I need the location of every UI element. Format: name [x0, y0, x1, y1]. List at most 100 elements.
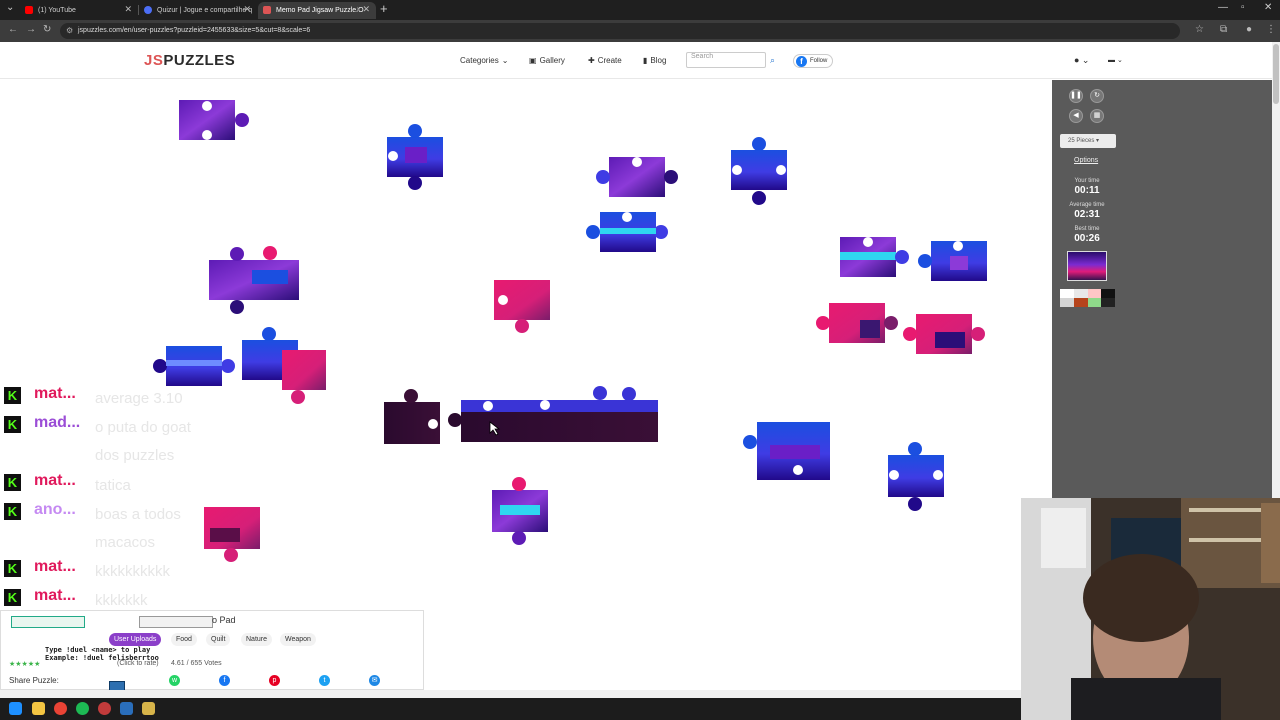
player-card [11, 616, 85, 628]
color-swatch[interactable] [1060, 298, 1074, 307]
search-icon[interactable]: ⌕ [770, 55, 775, 66]
whatsapp-icon[interactable]: w [169, 675, 180, 686]
pause-icon[interactable]: ❚❚ [1069, 89, 1083, 103]
puzzle-piece[interactable] [153, 346, 235, 386]
puzzle-piece[interactable] [494, 280, 550, 333]
kick-icon: K [4, 416, 21, 433]
pieces-select[interactable]: 25 Pieces ▾ [1060, 134, 1116, 148]
puzzle-piece[interactable] [596, 157, 678, 197]
app-icon[interactable] [98, 702, 111, 715]
chat-message: K mat... kkkkkkkkkk [4, 558, 170, 582]
category-badge[interactable]: Quilt [206, 633, 231, 646]
tab-quizur[interactable]: Quizur | Jogue e compartilhe q ✕ [139, 2, 257, 19]
bookmark-star-icon[interactable]: ☆ [1195, 24, 1204, 35]
star-rating-icon[interactable]: ★★★★★ [9, 660, 40, 668]
tab-jspuzzles[interactable]: Memo Pad Jigsaw Puzzle O ♪ ✕ [258, 2, 376, 19]
puzzle-preview-thumbnail[interactable] [1067, 251, 1107, 281]
menu-blog[interactable]: ▮ Blog [643, 56, 666, 65]
windows-start-icon[interactable] [9, 702, 22, 715]
options-link[interactable]: Options [1074, 157, 1098, 164]
color-swatch[interactable] [1060, 289, 1074, 298]
color-swatch[interactable] [1087, 298, 1102, 307]
puzzle-piece[interactable] [492, 477, 548, 545]
puzzle-piece[interactable] [903, 314, 985, 354]
speaker-icon[interactable]: ♪ [356, 4, 361, 14]
color-swatch[interactable] [1087, 289, 1102, 298]
category-badge[interactable]: User Uploads [109, 633, 162, 646]
puzzle-piece[interactable] [816, 303, 898, 343]
email-icon[interactable]: ✉ [369, 675, 380, 686]
pinterest-icon[interactable]: p [269, 675, 280, 686]
site-header: JSPUZZLES Categories ⌄ ▣ Gallery ✚ Creat… [0, 42, 1272, 79]
webcam-image [1021, 498, 1280, 720]
flag-icon[interactable]: ▬ ⌄ [1108, 56, 1123, 64]
color-swatch[interactable] [1073, 298, 1088, 307]
color-swatch[interactable] [1101, 289, 1115, 298]
puzzle-piece[interactable] [586, 212, 668, 252]
puzzle-piece[interactable] [888, 442, 944, 511]
chat-message: K mat... tatica [4, 472, 131, 496]
puzzle-piece[interactable] [384, 389, 440, 444]
puzzle-piece[interactable] [743, 422, 830, 480]
puzzle-piece[interactable] [387, 124, 443, 190]
search-input[interactable]: Search [686, 52, 766, 68]
twitter-icon[interactable]: t [319, 675, 330, 686]
puzzle-board[interactable]: K mat... average 3.10 K mad... o puta do… [0, 80, 1052, 609]
restart-icon[interactable]: ↻ [1090, 89, 1104, 103]
puzzle-piece[interactable] [179, 100, 249, 140]
restore-icon[interactable]: ▫ [1241, 2, 1245, 13]
chat-username: ano... [34, 501, 76, 518]
forward-icon[interactable]: → [26, 24, 36, 35]
kick-icon: K [4, 503, 21, 520]
kebab-menu-icon[interactable]: ⋮ [1266, 24, 1276, 35]
grid-icon[interactable]: ▦ [1090, 109, 1104, 123]
kick-icon: K [4, 560, 21, 577]
minimize-icon[interactable]: — [1218, 2, 1228, 13]
color-swatch[interactable] [1101, 298, 1115, 307]
category-badge[interactable]: Weapon [280, 633, 316, 646]
puzzle-piece[interactable] [840, 237, 909, 277]
window-close-icon[interactable]: ✕ [1264, 2, 1272, 13]
site-logo[interactable]: JSPUZZLES [144, 52, 235, 69]
puzzle-piece[interactable] [242, 327, 326, 404]
close-icon[interactable]: ✕ [362, 4, 370, 15]
new-tab-icon[interactable]: + [380, 1, 388, 16]
chat-username: mad... [34, 414, 81, 431]
user-icon[interactable]: ● ⌄ [1074, 55, 1089, 66]
category-badge[interactable]: Nature [241, 633, 273, 646]
spotify-icon[interactable] [76, 702, 89, 715]
facebook-share-icon[interactable]: f [219, 675, 230, 686]
puzzle-piece[interactable] [918, 241, 987, 281]
extensions-icon[interactable]: ⧉ [1220, 24, 1227, 35]
menu-categories[interactable]: Categories ⌄ [460, 56, 508, 65]
puzzle-piece[interactable] [204, 507, 260, 562]
chat-text: average 3.10 [95, 390, 183, 407]
close-icon[interactable]: ✕ [124, 4, 132, 15]
url-input[interactable]: ⚙ jspuzzles.com/en/user-puzzles?puzzleid… [60, 23, 1180, 39]
site-info-icon[interactable]: ⚙ [66, 23, 73, 39]
puzzle-piece[interactable] [731, 137, 787, 205]
app-icon[interactable] [142, 702, 155, 715]
tab-youtube[interactable]: (1) YouTube ✕ [20, 2, 138, 19]
color-swatch[interactable] [1073, 289, 1088, 298]
horizontal-scrollbar[interactable] [0, 690, 1021, 698]
sound-icon[interactable]: ◀ [1069, 109, 1083, 123]
steam-icon[interactable] [120, 702, 133, 715]
reload-icon[interactable]: ↻ [43, 24, 51, 35]
profile-icon[interactable]: ● [1246, 24, 1252, 35]
puzzle-piece[interactable] [209, 246, 299, 314]
tab-search-icon[interactable]: ⌄ [6, 2, 14, 13]
menu-label: Blog [650, 56, 667, 65]
menu-create[interactable]: ✚ Create [588, 56, 622, 65]
puzzle-piece[interactable] [448, 386, 658, 442]
category-badge[interactable]: Food [171, 633, 197, 646]
rating-hint: (Click to rate) [117, 660, 159, 667]
chrome-icon[interactable] [54, 702, 67, 715]
back-icon[interactable]: ← [8, 24, 18, 35]
kick-icon: K [4, 474, 21, 491]
close-icon[interactable]: ✕ [243, 4, 251, 15]
menu-gallery[interactable]: ▣ Gallery [529, 56, 565, 65]
average-time-label: Average time [1069, 202, 1105, 208]
facebook-follow-button[interactable]: f Follow [793, 54, 833, 68]
file-explorer-icon[interactable] [32, 702, 45, 715]
